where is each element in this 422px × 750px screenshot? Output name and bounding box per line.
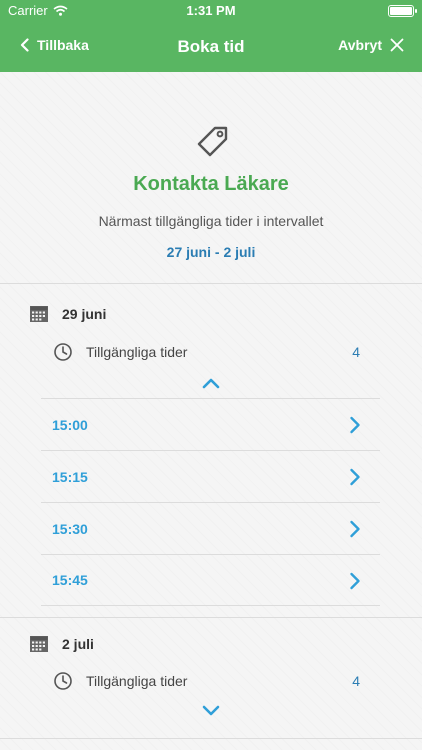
service-subtitle: Närmast tillgängliga tider i intervallet [98, 213, 324, 229]
day-header: 29 juni [30, 306, 106, 322]
available-times-count: 4 [352, 344, 360, 360]
time-slot-label: 15:15 [52, 468, 88, 485]
service-header: Kontakta Läkare Närmast tillgängliga tid… [0, 72, 422, 282]
tag-icon [197, 126, 228, 157]
available-times-row[interactable]: Tillgängliga tider 4 [54, 669, 366, 693]
chevron-right-icon [350, 572, 360, 590]
calendar-icon [30, 306, 48, 322]
chevron-up-icon[interactable] [201, 377, 221, 389]
available-times-row[interactable]: Tillgängliga tider 4 [54, 340, 366, 364]
calendar-icon [30, 636, 48, 652]
battery-icon [388, 5, 417, 17]
time-slot[interactable]: 15:45 [41, 554, 380, 606]
chevron-left-icon [20, 38, 29, 52]
available-times-count: 4 [352, 673, 360, 689]
available-times-label: Tillgängliga tider [86, 344, 188, 360]
time-slot-label: 15:00 [52, 416, 88, 433]
top-bar: Carrier 1:31 PM Tillbaka Boka tid Avbryt [0, 0, 422, 72]
back-button[interactable]: Tillbaka [20, 37, 89, 53]
clock-icon [54, 343, 72, 361]
back-label: Tillbaka [37, 37, 89, 53]
chevron-right-icon [350, 520, 360, 538]
section-divider [0, 738, 422, 739]
section-divider [0, 617, 422, 618]
day-header: 2 juli [30, 636, 94, 652]
available-times-label: Tillgängliga tider [86, 673, 188, 689]
close-icon [390, 38, 404, 52]
content-area: Kontakta Läkare Närmast tillgängliga tid… [0, 72, 422, 750]
page-title: Boka tid [177, 37, 245, 56]
section-divider [0, 283, 422, 284]
chevron-right-icon [350, 416, 360, 434]
time-slot[interactable]: 15:30 [41, 502, 380, 554]
time-slot-label: 15:30 [52, 520, 88, 537]
status-time: 1:31 PM [186, 3, 236, 18]
cancel-button[interactable]: Avbryt [338, 37, 404, 53]
day-date: 2 juli [62, 636, 94, 652]
time-slot-label: 15:45 [52, 572, 88, 588]
cancel-label: Avbryt [338, 37, 382, 53]
service-title: Kontakta Läkare [133, 173, 289, 195]
chevron-down-icon[interactable] [201, 705, 221, 717]
navigation-bar: Tillbaka Boka tid Avbryt [0, 22, 422, 72]
chevron-right-icon [350, 468, 360, 486]
day-date: 29 juni [62, 306, 107, 322]
status-bar: Carrier 1:31 PM [0, 0, 422, 22]
time-slot[interactable]: 15:00 [41, 398, 380, 450]
date-range: 27 juni - 2 juli [166, 244, 256, 260]
time-slot[interactable]: 15:15 [41, 450, 380, 502]
clock-icon [54, 672, 72, 690]
